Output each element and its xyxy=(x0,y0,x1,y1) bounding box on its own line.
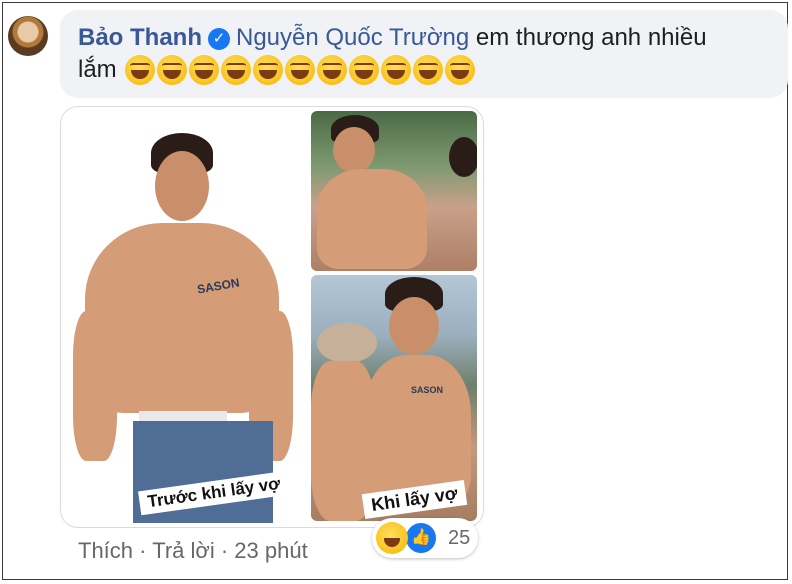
laughing-emoji-icon xyxy=(252,55,283,85)
reaction-summary[interactable]: 👍 25 xyxy=(372,518,478,558)
photo-after-bottom: SASON Khi lấy vợ xyxy=(311,275,477,521)
torso-shape xyxy=(317,169,427,269)
verified-badge-icon: ✓ xyxy=(208,28,230,50)
laughing-emoji-icon xyxy=(220,55,251,85)
emoji-row xyxy=(124,55,475,85)
laughing-emoji-icon xyxy=(348,55,379,85)
separator: · xyxy=(220,538,229,563)
head-shape xyxy=(155,151,209,221)
haha-reaction-icon xyxy=(376,522,408,554)
comment-text-1: em thương anh nhiều xyxy=(475,24,707,51)
like-reaction-icon: 👍 xyxy=(404,521,438,555)
comment-text-2: lắm xyxy=(78,56,117,83)
hair-shape xyxy=(317,323,377,363)
laughing-emoji-icon xyxy=(284,55,315,85)
photo-before: SASON Trước khi lấy vợ xyxy=(63,111,303,523)
laughing-emoji-icon xyxy=(188,55,219,85)
mention-link[interactable]: Nguyễn Quốc Trường xyxy=(236,24,469,51)
reaction-count: 25 xyxy=(448,526,471,549)
author-name[interactable]: Bảo Thanh xyxy=(78,24,202,51)
laughing-emoji-icon xyxy=(124,55,155,85)
photo-attachment[interactable]: SASON Trước khi lấy vợ SASON Khi lấy vợ xyxy=(60,106,484,528)
comment-line-1: Bảo Thanh ✓ Nguyễn Quốc Trường em thương a… xyxy=(78,22,707,54)
laughing-emoji-icon xyxy=(412,55,443,85)
laughing-emoji-icon xyxy=(444,55,475,85)
laughing-emoji-icon xyxy=(380,55,411,85)
avatar[interactable] xyxy=(8,16,48,56)
photo-after-top xyxy=(311,111,477,271)
separator: · xyxy=(139,538,147,563)
timestamp-link[interactable]: 23 phút xyxy=(234,538,307,563)
chest-logo: SASON xyxy=(411,385,444,395)
head-shape xyxy=(389,297,439,355)
comment-line-2: lắm xyxy=(78,54,475,86)
hair-shape xyxy=(449,137,477,177)
comment-actions: Thích · Trả lời · 23 phút xyxy=(78,538,308,564)
reply-link[interactable]: Trả lời xyxy=(152,538,215,563)
laughing-emoji-icon xyxy=(156,55,187,85)
laughing-emoji-icon xyxy=(316,55,347,85)
left-arm-shape xyxy=(73,311,117,461)
waistband-shape xyxy=(139,411,227,421)
like-link[interactable]: Thích xyxy=(78,538,133,563)
head-shape xyxy=(333,127,375,173)
